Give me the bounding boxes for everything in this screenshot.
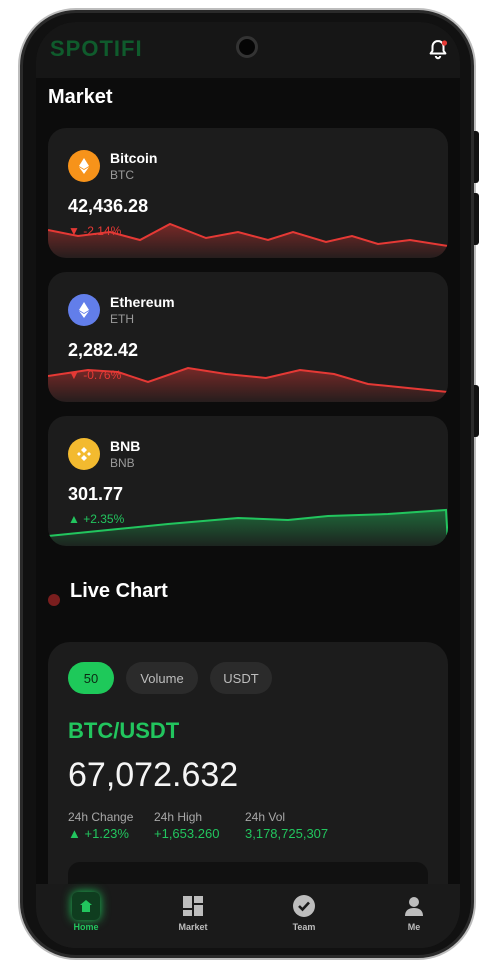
user-icon (400, 892, 428, 920)
bnb-icon (68, 438, 100, 470)
coin-card-bitcoin[interactable]: Bitcoin BTC 42,436.28 ▼ -2.14% (48, 128, 448, 258)
sparkline-chart (48, 222, 448, 258)
nav-item-market[interactable]: Market (163, 892, 223, 932)
live-price: 67,072.632 (68, 756, 239, 794)
app-screen: SPOTIFI Market Bitcoin BTC 42,436.28 ▼ -… (36, 22, 460, 948)
phone-side-button (474, 131, 479, 183)
live-indicator-dot (48, 594, 60, 606)
trading-pair: BTC/USDT (68, 718, 180, 743)
camera-notch (236, 36, 258, 58)
nav-label: Team (292, 922, 316, 932)
stat-value: ▲ +1.23% (68, 826, 129, 841)
nav-label: Me (407, 922, 421, 932)
bitcoin-icon (68, 150, 100, 182)
top-bar: SPOTIFI (36, 22, 460, 78)
coin-price: 42,436.28 (68, 196, 149, 216)
phone-side-button (474, 385, 479, 437)
stat-label: 24h Vol (245, 810, 286, 824)
live-chart-title: Live Chart (70, 580, 168, 602)
sparkline-chart (48, 366, 448, 402)
bell-icon[interactable] (426, 38, 450, 62)
coin-symbol: ETH (110, 312, 134, 326)
tab-usdt[interactable]: USDT (210, 662, 272, 694)
tab-volume[interactable]: Volume (126, 662, 198, 694)
coin-price: 2,282.42 (68, 340, 139, 360)
market-grid-icon (179, 892, 207, 920)
coin-name: BNB (110, 438, 141, 454)
phone-side-button (474, 193, 479, 245)
stat-value: 3,178,725,307 (245, 826, 329, 841)
stat-value: +1,653.260 (154, 826, 220, 841)
brand-logo: SPOTIFI (50, 36, 143, 61)
coin-card-bnb[interactable]: BNB BNB 301.77 ▲ +2.35% (48, 416, 448, 546)
stat-label: 24h Change (68, 810, 134, 824)
coin-name: Ethereum (110, 294, 175, 310)
tab-50[interactable]: 50 (68, 662, 114, 694)
sparkline-chart (48, 508, 448, 546)
coin-symbol: BTC (110, 168, 134, 182)
coin-card-ethereum[interactable]: Ethereum ETH 2,282.42 ▼ -0.76% (48, 272, 448, 402)
stat-label: 24h High (154, 810, 203, 824)
ethereum-icon (68, 294, 100, 326)
market-title: Market (48, 86, 113, 108)
coin-symbol: BNB (110, 456, 135, 470)
bottom-nav: Home Market Team Me (36, 884, 460, 948)
nav-label: Market (178, 922, 208, 932)
nav-item-home[interactable]: Home (56, 892, 116, 932)
team-check-icon (290, 892, 318, 920)
nav-item-team[interactable]: Team (274, 892, 334, 932)
nav-item-me[interactable]: Me (384, 892, 444, 932)
nav-label: Home (73, 922, 99, 932)
coin-name: Bitcoin (110, 150, 158, 166)
coin-price: 301.77 (68, 484, 124, 504)
home-icon (72, 892, 100, 920)
